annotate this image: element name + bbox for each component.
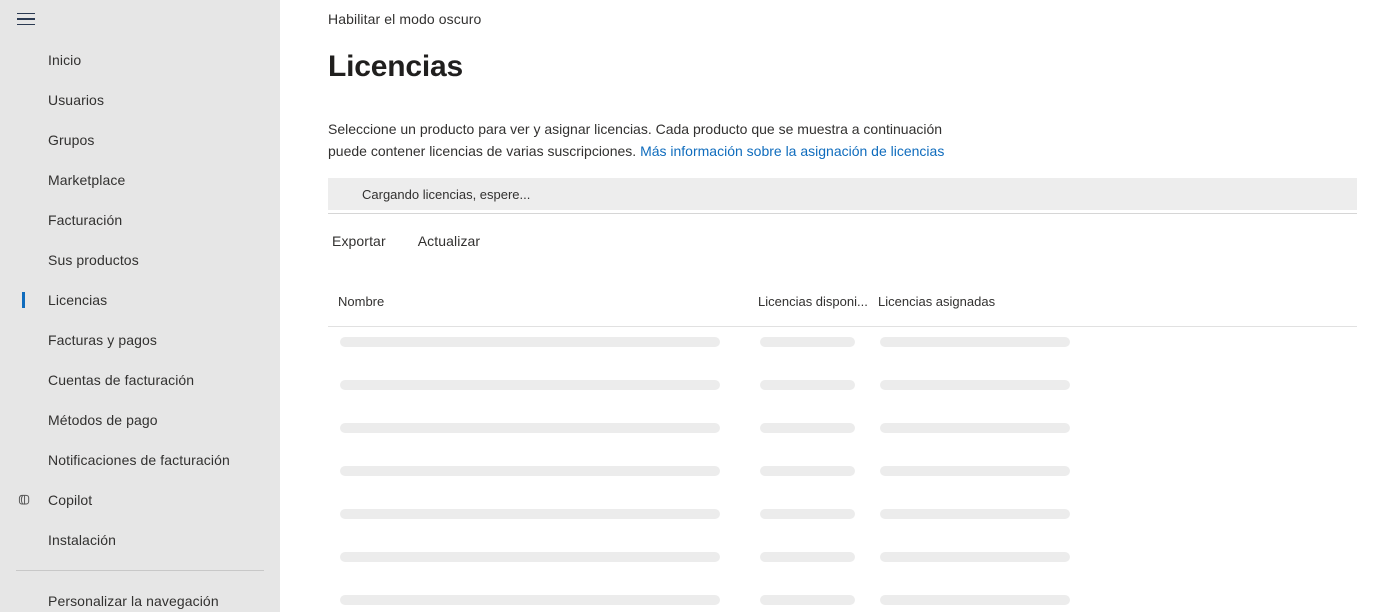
refresh-button[interactable]: Actualizar [406,228,492,254]
skeleton-cell-assign [880,423,1070,433]
sidebar-item-facturas-y-pagos[interactable]: Facturas y pagos [0,320,280,360]
hamburger-bar [17,18,35,20]
sidebar-item-personalizar-la-navegacion[interactable]: Personalizar la navegación [0,581,280,612]
sidebar-item-label: Facturación [48,212,123,228]
skeleton-cell-avail [760,466,855,476]
sidebar-item-label: Usuarios [48,92,105,108]
hamburger-bar [17,23,35,26]
skeleton-cell-name [340,552,720,562]
licenses-table: Nombre Licencias disponi... Licencias as… [328,294,1357,612]
skeleton-cell-avail [760,509,855,519]
skeleton-cell-avail [760,595,855,605]
sidebar-item-label: Copilot [48,492,93,508]
sidebar-item-copilot[interactable]: Copilot [0,480,280,520]
skeleton-cell-avail [760,337,855,347]
learn-more-link[interactable]: Más información sobre la asignación de l… [640,143,944,159]
sidebar-item-notificaciones-de-facturacion[interactable]: Notificaciones de facturación [0,440,280,480]
skeleton-cell-assign [880,595,1070,605]
skeleton-cell-avail [760,552,855,562]
banner-separator [328,213,1357,214]
sidebar-item-label: Licencias [48,292,108,308]
table-row [328,327,1357,370]
sidebar-nav: Inicio Usuarios Grupos Marketplace Facturaci… [0,40,280,612]
sidebar-item-label: Notificaciones de facturación [48,452,230,468]
skeleton-cell-name [340,466,720,476]
skeleton-cell-name [340,380,720,390]
page-title: Licencias [328,50,463,83]
sidebar-item-cuentas-de-facturacion[interactable]: Cuentas de facturación [0,360,280,400]
loading-banner: Cargando licencias, espere... [328,178,1357,210]
table-row [328,413,1357,456]
page-description: Seleccione un producto para ver y asigna… [328,118,948,162]
column-header-licencias-asignadas[interactable]: Licencias asignadas [878,294,995,309]
sidebar-item-marketplace[interactable]: Marketplace [0,160,280,200]
skeleton-cell-assign [880,552,1070,562]
sidebar-item-metodos-de-pago[interactable]: Métodos de pago [0,400,280,440]
hamburger-icon[interactable] [13,6,39,32]
sidebar: Inicio Usuarios Grupos Marketplace Facturaci… [0,0,280,612]
sidebar-item-label: Inicio [48,52,82,68]
copilot-icon [14,490,34,510]
skeleton-cell-assign [880,380,1070,390]
skeleton-cell-name [340,423,720,433]
command-bar: Exportar Actualizar [320,228,492,254]
table-row [328,585,1357,612]
column-header-nombre[interactable]: Nombre [338,294,384,309]
app-root: Inicio Usuarios Grupos Marketplace Facturaci… [0,0,1390,612]
sidebar-item-instalacion[interactable]: Instalación [0,520,280,560]
hamburger-bar [17,12,35,15]
sidebar-item-licencias[interactable]: Licencias [0,280,280,320]
skeleton-cell-assign [880,466,1070,476]
table-row [328,370,1357,413]
sidebar-item-label: Cuentas de facturación [48,372,195,388]
skeleton-cell-name [340,595,720,605]
sidebar-item-usuarios[interactable]: Usuarios [0,80,280,120]
sidebar-item-label: Marketplace [48,172,126,188]
sidebar-item-facturacion[interactable]: Facturación [0,200,280,240]
sidebar-item-label: Sus productos [48,252,139,268]
sidebar-item-sus-productos[interactable]: Sus productos [0,240,280,280]
table-row [328,542,1357,585]
sidebar-divider [16,570,264,571]
table-header-row: Nombre Licencias disponi... Licencias as… [328,294,1357,327]
sidebar-item-label: Facturas y pagos [48,332,157,348]
skeleton-cell-assign [880,337,1070,347]
sidebar-item-label: Instalación [48,532,117,548]
table-row [328,456,1357,499]
loading-banner-text: Cargando licencias, espere... [362,186,531,202]
sidebar-item-label: Métodos de pago [48,412,158,428]
active-indicator [22,292,25,308]
sidebar-item-grupos[interactable]: Grupos [0,120,280,160]
sidebar-item-label: Personalizar la navegación [48,593,219,609]
skeleton-cell-name [340,509,720,519]
main-content: Habilitar el modo oscuro Licencias Selec… [280,0,1390,612]
table-loading-placeholder [328,327,1357,612]
skeleton-cell-assign [880,509,1070,519]
table-row [328,499,1357,542]
dark-mode-toggle[interactable]: Habilitar el modo oscuro [328,11,481,27]
skeleton-cell-avail [760,423,855,433]
export-button[interactable]: Exportar [320,228,398,254]
skeleton-cell-name [340,337,720,347]
skeleton-cell-avail [760,380,855,390]
sidebar-item-label: Grupos [48,132,95,148]
column-header-licencias-disponibles[interactable]: Licencias disponi... [758,294,868,309]
sidebar-item-inicio[interactable]: Inicio [0,40,280,80]
